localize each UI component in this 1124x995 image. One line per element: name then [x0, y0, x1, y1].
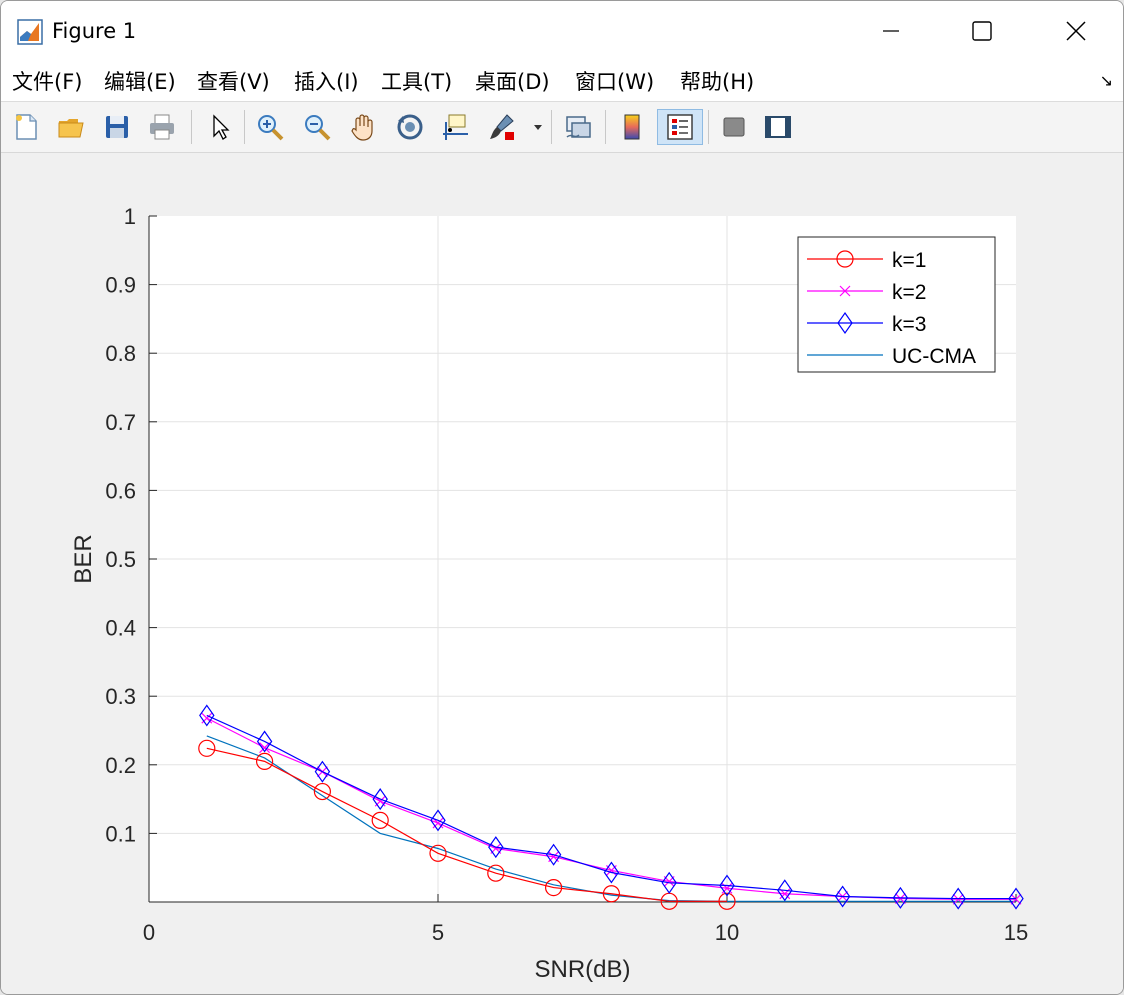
- y-tick-label: 0.2: [105, 753, 136, 778]
- brush-button[interactable]: [485, 109, 519, 145]
- x-tick-label: 0: [143, 920, 155, 945]
- maximize-icon: [972, 21, 992, 41]
- save-icon: [106, 116, 128, 138]
- data-cursor-icon: [443, 114, 468, 140]
- legend-button[interactable]: [657, 109, 703, 145]
- y-tick-label: 0.5: [105, 547, 136, 572]
- link-plot-icon: [566, 116, 591, 138]
- legend-label: k=1: [892, 249, 926, 272]
- menu-window[interactable]: 窗口(W): [575, 66, 654, 96]
- link-plot-button[interactable]: [561, 109, 595, 145]
- menu-file[interactable]: 文件(F): [12, 66, 82, 96]
- zoom-out-icon: [305, 115, 331, 141]
- y-tick-label: 0.4: [105, 616, 136, 641]
- select-pointer-icon: [213, 114, 230, 140]
- legend[interactable]: k=1 k=2 k=3 UC-CMA: [797, 236, 996, 373]
- data-cursor-button[interactable]: [438, 109, 472, 145]
- menu-tools[interactable]: 工具(T): [381, 66, 452, 96]
- matlab-logo-icon: [17, 19, 43, 45]
- toolbar-separator: [605, 110, 606, 144]
- x-tick-label: 10: [715, 920, 739, 945]
- close-button[interactable]: [1053, 13, 1099, 49]
- menu-overflow-icon[interactable]: ↘: [1100, 71, 1113, 90]
- zoom-in-icon: [258, 115, 284, 141]
- close-icon: [1066, 21, 1086, 41]
- title-bar: Figure 1: [1, 1, 1123, 61]
- legend-icon: [667, 114, 693, 140]
- y-tick-label: 1: [124, 204, 136, 229]
- line-chart[interactable]: 0 5 10 15 0.1 0.2 0.3 0.4 0.5 0.6 0.7 0.8 0.9 1 SNR(…: [1, 153, 1123, 994]
- menu-insert[interactable]: 插入(I): [294, 66, 359, 96]
- brush-icon: [490, 114, 514, 140]
- colorbar-icon: [624, 114, 640, 140]
- new-figure-button[interactable]: [9, 109, 43, 145]
- show-plot-tools-icon: [765, 116, 791, 138]
- open-file-icon: [58, 119, 84, 138]
- y-axis-label: BER: [70, 534, 97, 583]
- maximize-button[interactable]: [959, 13, 1005, 49]
- print-icon: [150, 114, 174, 140]
- open-file-button[interactable]: [54, 109, 88, 145]
- brush-dropdown-button[interactable]: [531, 109, 545, 145]
- legend-label: UC-CMA: [892, 345, 976, 368]
- legend-label: k=2: [892, 281, 926, 304]
- chevron-down-icon: [534, 125, 542, 130]
- new-figure-icon: [16, 114, 37, 140]
- toolbar-separator: [191, 110, 192, 144]
- toolbar-separator: [551, 110, 552, 144]
- menu-desktop[interactable]: 桌面(D): [475, 66, 550, 96]
- x-tick-label: 5: [432, 920, 444, 945]
- save-button[interactable]: [100, 109, 134, 145]
- menu-edit[interactable]: 编辑(E): [104, 66, 176, 96]
- rotate-3d-icon: [397, 114, 423, 140]
- show-plot-tools-button[interactable]: [761, 109, 795, 145]
- y-tick-label: 0.9: [105, 273, 136, 298]
- toolbar-separator: [244, 110, 245, 144]
- minimize-icon: [883, 30, 899, 32]
- colorbar-button[interactable]: [615, 109, 649, 145]
- y-tick-label: 0.3: [105, 684, 136, 709]
- legend-label: k=3: [892, 313, 926, 336]
- pan-button[interactable]: [346, 109, 380, 145]
- y-tick-label: 0.1: [105, 821, 136, 846]
- y-tick-labels: 0.1 0.2 0.3 0.4 0.5 0.6 0.7 0.8 0.9 1: [105, 204, 136, 846]
- hide-plot-tools-button[interactable]: [717, 109, 751, 145]
- menu-bar: 文件(F) 编辑(E) 查看(V) 插入(I) 工具(T) 桌面(D) 窗口(W…: [1, 61, 1123, 102]
- x-tick-labels: 0 5 10 15: [143, 920, 1028, 945]
- x-tick-label: 15: [1004, 920, 1028, 945]
- print-button[interactable]: [145, 109, 179, 145]
- y-tick-label: 0.6: [105, 478, 136, 503]
- hide-plot-tools-icon: [723, 117, 745, 137]
- y-tick-label: 0.7: [105, 410, 136, 435]
- figure-canvas: 0 5 10 15 0.1 0.2 0.3 0.4 0.5 0.6 0.7 0.8 0.9 1 SNR(…: [1, 153, 1123, 994]
- menu-view[interactable]: 查看(V): [197, 66, 270, 96]
- pan-hand-icon: [351, 114, 373, 141]
- figure-toolbar: [1, 102, 1123, 153]
- minimize-button[interactable]: [868, 13, 914, 49]
- y-tick-label: 0.8: [105, 341, 136, 366]
- zoom-in-button[interactable]: [253, 109, 287, 145]
- select-pointer-button[interactable]: [202, 109, 236, 145]
- menu-help[interactable]: 帮助(H): [680, 66, 754, 96]
- figure-window: Figure 1 文件(F) 编辑(E) 查看(V) 插入(I) 工具(T) 桌…: [0, 0, 1124, 995]
- rotate-3d-button[interactable]: [393, 109, 427, 145]
- x-axis-label: SNR(dB): [534, 956, 630, 983]
- toolbar-separator: [708, 110, 709, 144]
- zoom-out-button[interactable]: [300, 109, 334, 145]
- window-title: Figure 1: [52, 19, 137, 43]
